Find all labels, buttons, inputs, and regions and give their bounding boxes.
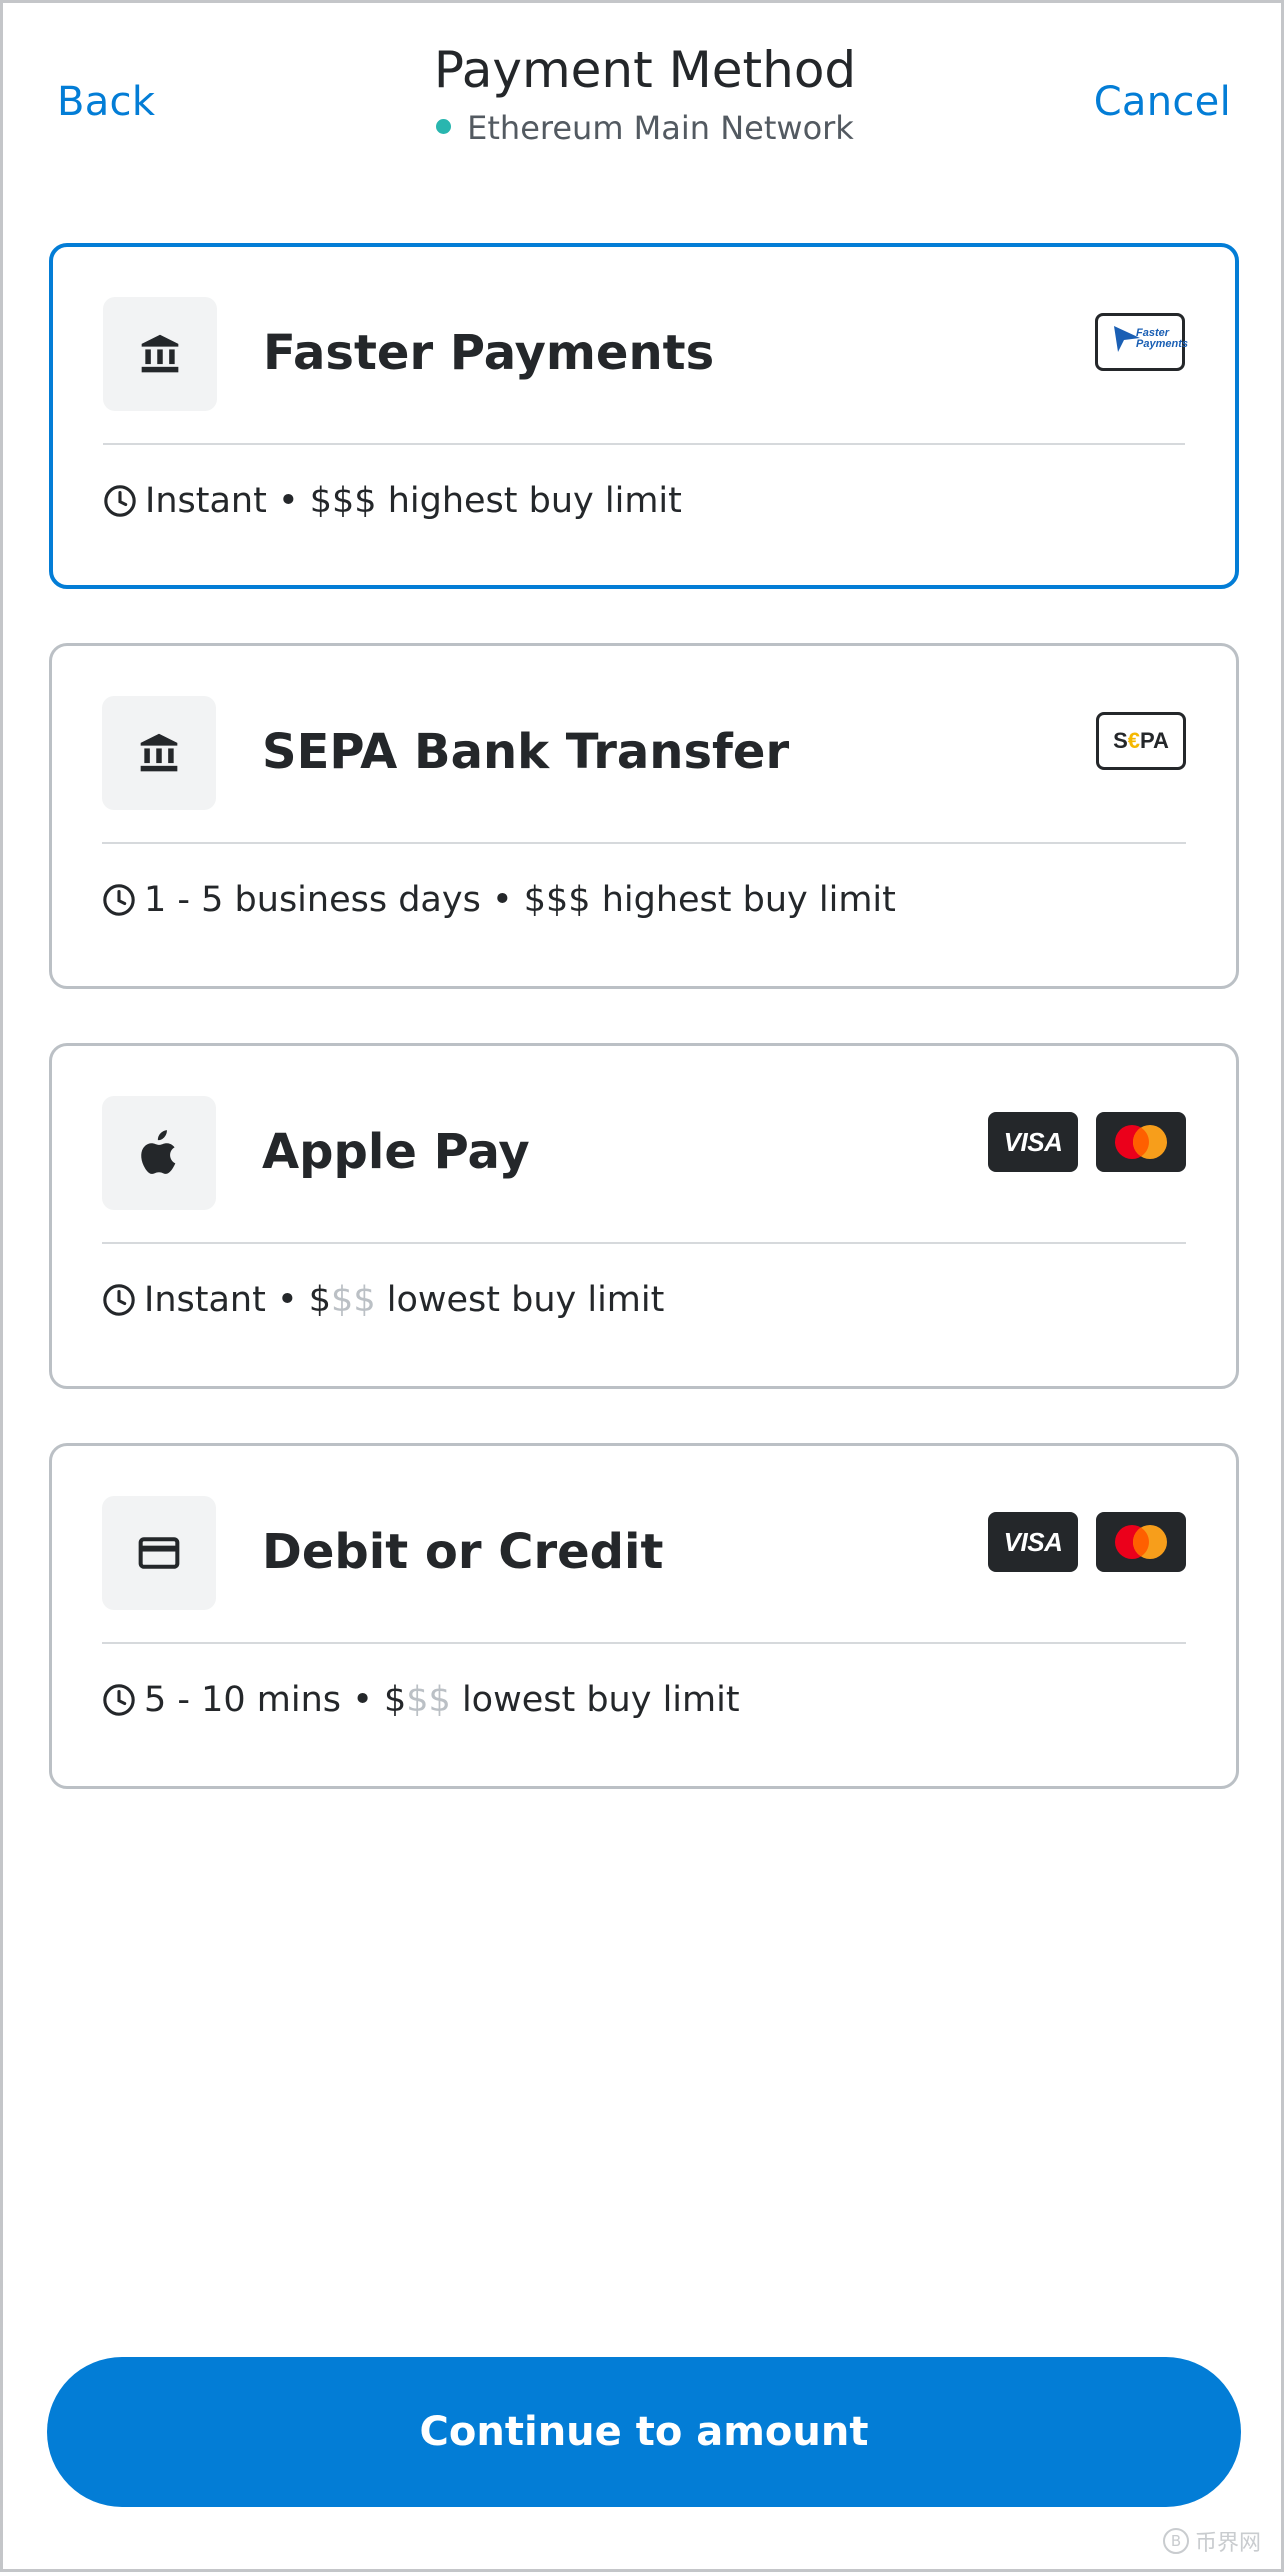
payment-speed: Instant — [145, 481, 267, 521]
limit-indicator: $$$ — [523, 880, 591, 920]
payment-option-icon-box — [102, 1496, 216, 1610]
payment-option-details: 1 - 5 business days • $$$ highest buy li… — [102, 880, 896, 920]
payment-badges: S € PA — [1096, 712, 1186, 770]
card-divider — [102, 842, 1186, 844]
credit-card-icon — [138, 1537, 180, 1569]
payment-option-title: SEPA Bank Transfer — [262, 724, 790, 780]
network-indicator[interactable]: Ethereum Main Network — [3, 109, 1284, 147]
card-divider — [103, 443, 1185, 445]
payment-option-icon-box — [103, 297, 217, 411]
header: Back Payment Method Ethereum Main Networ… — [3, 3, 1284, 193]
clock-icon — [102, 883, 136, 917]
screen-frame: Back Payment Method Ethereum Main Networ… — [0, 0, 1284, 2572]
mastercard-circles-icon — [1115, 1525, 1167, 1559]
payment-option-title: Apple Pay — [262, 1124, 530, 1180]
payment-speed: 5 - 10 mins — [144, 1680, 342, 1720]
limit-text: lowest buy limit — [386, 1280, 665, 1320]
limit-indicator: $ — [308, 1280, 332, 1320]
detail-separator: • — [276, 1280, 298, 1320]
network-label: Ethereum Main Network — [467, 109, 854, 147]
limit-indicator: $$$ — [309, 481, 377, 521]
clock-icon — [102, 1683, 136, 1717]
payment-option-icon-box — [102, 696, 216, 810]
network-status-dot — [436, 118, 452, 134]
sepa-logo-euro: € — [1127, 728, 1140, 753]
clock-icon — [102, 1283, 136, 1317]
bank-icon — [140, 733, 178, 772]
detail-separator: • — [277, 481, 299, 521]
detail-separator: • — [491, 880, 513, 920]
payment-badges: Faster Payments — [1095, 313, 1188, 371]
payment-option-sepa-bank-transfer[interactable]: SEPA Bank Transfer S € PA 1 - 5 business d… — [49, 643, 1239, 989]
payment-option-icon-box — [102, 1096, 216, 1210]
watermark-text: 币界网 — [1194, 2531, 1261, 2556]
card-divider — [102, 1642, 1186, 1644]
mastercard-circles-icon — [1115, 1125, 1167, 1159]
apple-icon — [141, 1130, 176, 1174]
mastercard-logo — [1096, 1512, 1186, 1572]
clock-icon — [103, 484, 137, 518]
watermark-circle: B — [1162, 2528, 1189, 2554]
payment-option-title: Faster Payments — [263, 325, 715, 381]
payment-option-apple-pay[interactable]: Apple Pay VISA Instant • $ $$ lowest buy … — [49, 1043, 1239, 1389]
payment-option-title: Debit or Credit — [262, 1524, 664, 1580]
payment-option-details: Instant • $$$ highest buy limit — [103, 481, 682, 521]
sepa-logo-text-end: PA — [1140, 728, 1169, 753]
visa-logo-text: VISA — [1003, 1126, 1063, 1157]
bank-icon — [141, 334, 179, 373]
watermark: B 币界网 — [1162, 2525, 1261, 2557]
limit-indicator-muted: $$ — [406, 1680, 451, 1720]
continue-button[interactable]: Continue to amount — [47, 2357, 1241, 2507]
limit-text: lowest buy limit — [461, 1680, 740, 1720]
payment-speed: Instant — [144, 1280, 266, 1320]
card-divider — [102, 1242, 1186, 1244]
mastercard-logo — [1096, 1112, 1186, 1172]
limit-text: highest buy limit — [601, 880, 896, 920]
limit-indicator: $ — [383, 1680, 407, 1720]
faster-payments-logo: Faster Payments — [1095, 313, 1188, 371]
payment-option-faster-payments[interactable]: Faster Payments Faster Payments Instant … — [49, 243, 1239, 589]
payment-speed: 1 - 5 business days — [144, 880, 481, 920]
sepa-logo: S € PA — [1096, 712, 1186, 770]
payment-option-details: Instant • $ $$ lowest buy limit — [102, 1280, 664, 1320]
detail-separator: • — [352, 1680, 373, 1720]
visa-logo: VISA — [988, 1112, 1078, 1172]
payment-option-details: 5 - 10 mins • $ $$ lowest buy limit — [102, 1680, 740, 1720]
faster-payments-logo-text: Faster Payments — [1136, 327, 1188, 350]
payment-option-debit-or-credit[interactable]: Debit or Credit VISA 5 - 10 mins • $ $$ l… — [49, 1443, 1239, 1789]
payment-badges: VISA — [988, 1112, 1186, 1172]
page-title: Payment Method — [433, 41, 857, 99]
limit-text: highest buy limit — [387, 481, 682, 521]
payment-badges: VISA — [988, 1512, 1186, 1572]
sepa-logo-text: S — [1113, 728, 1128, 753]
visa-logo: VISA — [988, 1512, 1078, 1572]
visa-logo-text: VISA — [1003, 1526, 1063, 1557]
cancel-button[interactable]: Cancel — [1094, 79, 1231, 125]
limit-indicator-muted: $$ — [331, 1280, 376, 1320]
